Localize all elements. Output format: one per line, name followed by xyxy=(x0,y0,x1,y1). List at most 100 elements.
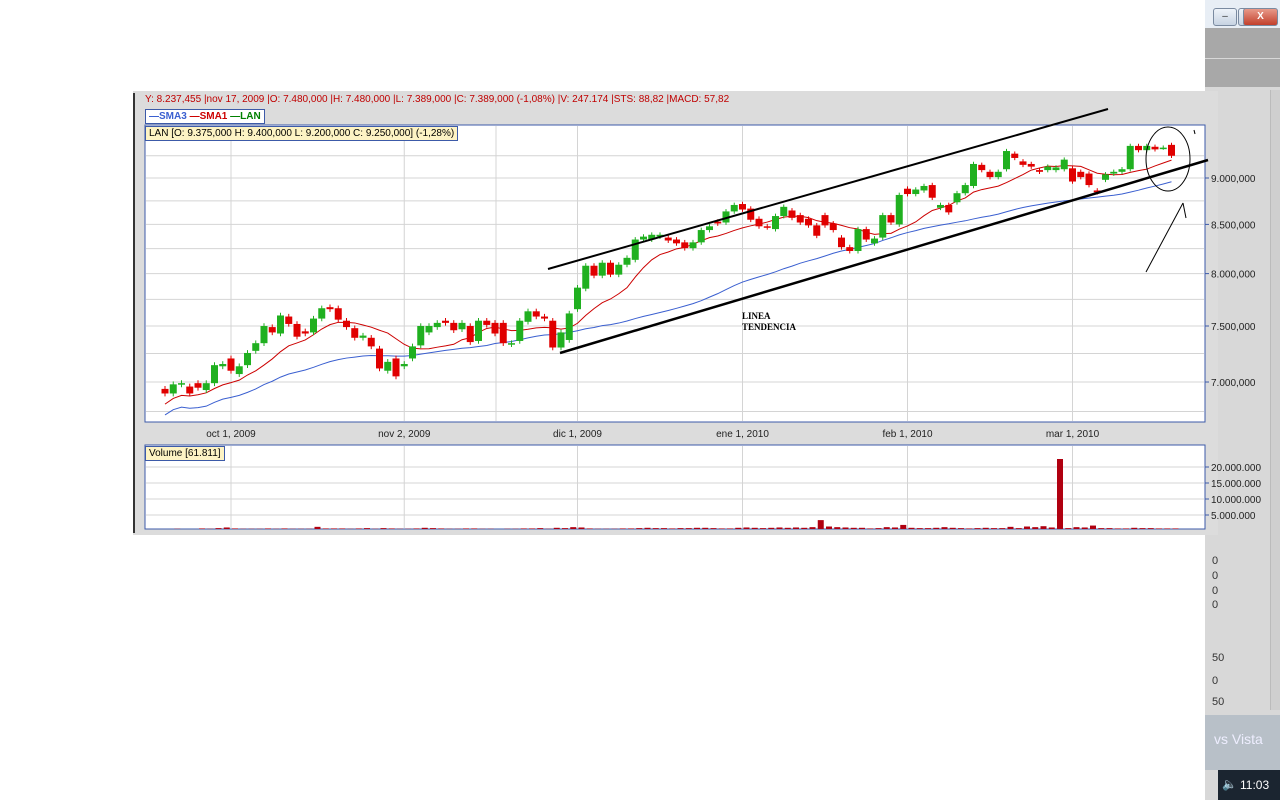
candle-up xyxy=(871,238,878,244)
volume-tick-label: 5.000.000 xyxy=(1211,511,1256,522)
volume-bar xyxy=(842,527,849,529)
candle-down xyxy=(301,331,309,334)
candle-down xyxy=(343,320,350,328)
candle-down xyxy=(194,383,202,388)
volume-bar xyxy=(388,528,395,529)
candle-up xyxy=(912,189,920,195)
candle-up xyxy=(310,318,317,333)
volume-bar xyxy=(1098,528,1105,529)
volume-bar xyxy=(1065,528,1072,529)
volume-bar xyxy=(215,528,222,529)
candle-down xyxy=(466,326,474,343)
volume-bar xyxy=(331,528,337,529)
volume-bar xyxy=(991,528,997,529)
x-tick-label: ene 1, 2010 xyxy=(716,429,769,440)
candle-down xyxy=(928,185,936,198)
candle-down xyxy=(821,215,829,226)
volume-bar xyxy=(793,527,799,529)
ohlc-info: LAN [O: 9.375,000 H: 9.400,000 L: 9.200,… xyxy=(145,126,459,141)
candle-up xyxy=(598,262,606,276)
volume-bar xyxy=(718,528,725,529)
volume-bar xyxy=(760,528,766,529)
y-tick-label: 7.000,000 xyxy=(1211,378,1256,389)
candle-up xyxy=(524,311,532,322)
candle-up xyxy=(417,326,425,346)
candle-up xyxy=(574,287,581,310)
volume-bar xyxy=(892,527,898,529)
volume-bar xyxy=(578,527,585,529)
volume-bar xyxy=(727,528,733,529)
y-tick-label: 7.500,000 xyxy=(1211,322,1256,333)
candle-up xyxy=(1102,174,1109,180)
candle-up xyxy=(706,226,713,231)
volume-bar xyxy=(1114,528,1121,529)
candle-up xyxy=(516,320,524,341)
candle-down xyxy=(1019,161,1027,165)
candle-down xyxy=(755,218,763,227)
candle-up xyxy=(1060,159,1068,170)
candle-up xyxy=(961,185,969,194)
volume-bar xyxy=(421,527,428,529)
candle-down xyxy=(326,307,334,310)
volume-bar xyxy=(430,528,436,529)
candle-down xyxy=(664,237,672,241)
volume-bar xyxy=(586,528,593,529)
candle-down xyxy=(978,164,986,171)
candle-up xyxy=(475,320,482,341)
candle-up xyxy=(1118,169,1126,172)
volume-bar xyxy=(925,528,931,529)
candle-up xyxy=(219,364,227,367)
volume-bar xyxy=(933,527,940,529)
volume-tick-label: 10.000.000 xyxy=(1211,495,1261,506)
candle-up xyxy=(277,315,284,334)
candle-up xyxy=(1052,167,1060,171)
volume-bar xyxy=(710,528,717,529)
volume-bar xyxy=(1090,525,1096,529)
price-chart[interactable]: oct 1, 2009 nov 2, 2009 dic 1, 2009 ene 1, … xyxy=(0,0,1280,800)
volume-bar xyxy=(537,528,544,529)
candle-down xyxy=(986,171,994,178)
candle-up xyxy=(1003,151,1010,170)
candle-down xyxy=(813,225,821,236)
candle-up xyxy=(854,229,862,252)
candle-down xyxy=(268,327,276,333)
candle-down xyxy=(499,322,507,344)
volume-bar xyxy=(908,527,915,529)
candle-up xyxy=(557,332,565,348)
candle-up xyxy=(780,206,788,217)
volume-bar xyxy=(900,524,907,529)
candle-down xyxy=(1085,173,1093,186)
volume-bar xyxy=(1123,528,1129,529)
candle-up xyxy=(1110,171,1118,174)
volume-bar xyxy=(768,527,775,529)
volume-bar xyxy=(322,528,329,529)
volume-bar xyxy=(314,526,321,529)
candle-down xyxy=(590,265,598,276)
candle-up xyxy=(425,326,433,333)
volume-bar xyxy=(751,527,758,529)
volume-bar xyxy=(685,528,692,529)
candle-down xyxy=(549,320,557,348)
candle-down xyxy=(285,316,293,324)
candle-down xyxy=(607,262,614,275)
volume-panel xyxy=(144,444,1206,530)
volume-bar xyxy=(826,526,832,529)
volume-bar xyxy=(982,527,989,529)
volume-bar xyxy=(1147,528,1154,529)
candle-up xyxy=(260,326,268,344)
candle-down xyxy=(945,204,953,213)
volume-bar xyxy=(562,528,568,529)
volume-bar xyxy=(232,528,238,529)
candle-down xyxy=(838,237,845,248)
candle-down xyxy=(491,322,499,334)
candle-up xyxy=(772,216,779,230)
candle-down xyxy=(1011,153,1019,158)
candle-up xyxy=(1126,145,1134,170)
volume-bar xyxy=(809,527,816,529)
volume-bar xyxy=(694,527,700,529)
volume-bar xyxy=(619,528,626,529)
candle-up xyxy=(252,343,260,351)
candle-down xyxy=(392,358,400,377)
candle-down xyxy=(788,210,796,218)
candle-up xyxy=(970,163,977,186)
